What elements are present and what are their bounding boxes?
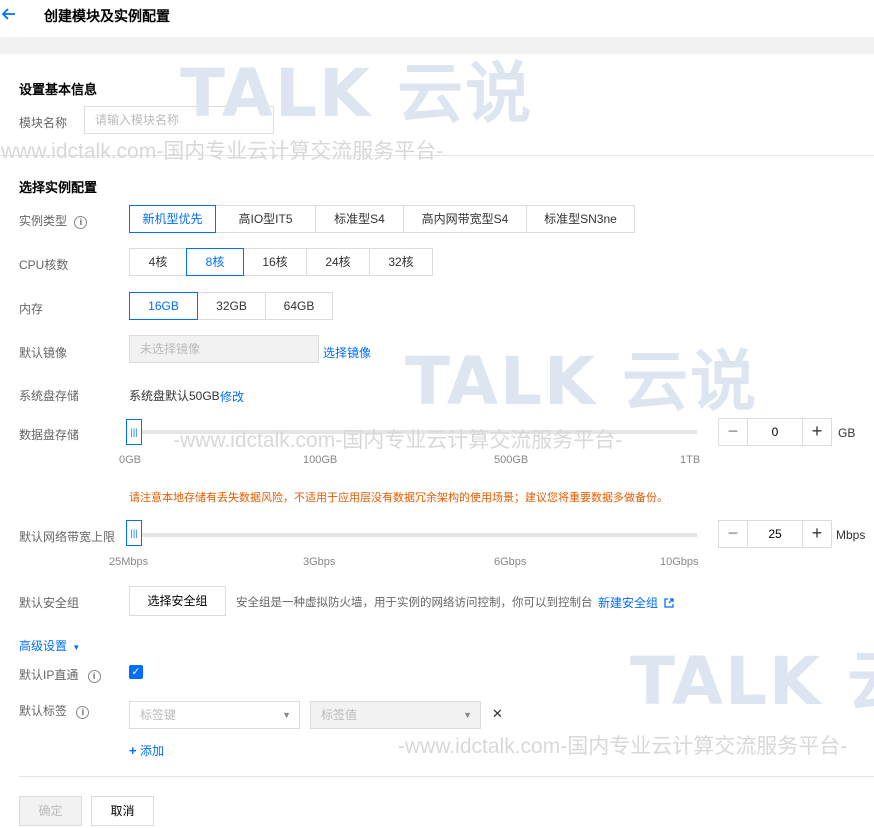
minus-button[interactable]: −: [718, 418, 748, 446]
tag-key-select[interactable]: 标签键 ▼: [129, 701, 300, 729]
cancel-button[interactable]: 取消: [91, 796, 154, 826]
instance-type-group: 新机型优先 高IO型IT5 标准型S4 高内网带宽型S4 标准型SN3ne: [129, 205, 635, 233]
instance-section-title: 选择实例配置: [19, 180, 98, 195]
select-secgroup-button[interactable]: 选择安全组: [129, 586, 226, 616]
instance-type-option[interactable]: 标准型SN3ne: [526, 205, 635, 233]
cpu-option[interactable]: 4核: [129, 248, 187, 276]
sysdisk-label: 系统盘存储: [19, 389, 80, 403]
datadisk-slider-track[interactable]: [129, 430, 697, 434]
datadisk-label: 数据盘存储: [19, 428, 80, 442]
advanced-settings-label: 高级设置: [19, 639, 68, 653]
cpu-option[interactable]: 32核: [369, 248, 433, 276]
add-tag-link[interactable]: + 添加: [129, 742, 164, 759]
confirm-button[interactable]: 确定: [19, 796, 82, 826]
remove-tag-close-icon[interactable]: ✕: [492, 706, 503, 722]
tag-key-placeholder: 标签键: [140, 708, 177, 722]
memory-option[interactable]: 64GB: [265, 292, 333, 320]
plus-button[interactable]: +: [802, 418, 832, 446]
cpu-option[interactable]: 8核: [186, 248, 244, 276]
image-field: 未选择镜像: [129, 335, 319, 363]
caret-down-icon: ▼: [72, 643, 81, 652]
datadisk-value[interactable]: 0: [748, 418, 802, 446]
instance-type-option[interactable]: 标准型S4: [315, 205, 404, 233]
datadisk-stepper: − 0 +: [718, 418, 832, 446]
watermark-text: -www.idctalk.com-国内专业云计算交流服务平台-: [398, 735, 848, 758]
secgroup-description: 安全组是一种虚拟防火墙，用于实例的网络访问控制，你可以到控制台: [236, 597, 593, 609]
memory-option[interactable]: 16GB: [129, 292, 198, 320]
instance-type-option[interactable]: 高内网带宽型S4: [403, 205, 527, 233]
bandwidth-stepper: − 25 +: [718, 520, 832, 548]
watermark-logo: TALK 云说: [405, 343, 759, 420]
basic-section-title: 设置基本信息: [19, 82, 98, 97]
sysdisk-value: 系统盘默认50GB: [129, 389, 220, 403]
memory-group: 16GB 32GB 64GB: [129, 292, 333, 320]
bandwidth-tick: 6Gbps: [494, 556, 527, 568]
chevron-down-icon: ▼: [282, 710, 291, 720]
bandwidth-slider-handle[interactable]: |||: [126, 520, 142, 546]
instance-type-label: 实例类型 i: [19, 212, 88, 229]
watermark-logo: TALK 云说: [630, 643, 874, 720]
info-icon[interactable]: i: [87, 670, 101, 683]
bandwidth-value[interactable]: 25: [748, 520, 802, 548]
plus-button[interactable]: +: [802, 520, 832, 548]
datadisk-tick: 100GB: [303, 454, 338, 466]
new-secgroup-link[interactable]: 新建安全组: [598, 594, 675, 611]
ip-direct-checkbox[interactable]: ✓: [129, 665, 143, 679]
bandwidth-tick: 10Gbps: [660, 556, 699, 568]
secgroup-label: 默认安全组: [19, 596, 80, 610]
watermark-text: -www.idctalk.com-国内专业云计算交流服务平台-: [173, 429, 623, 452]
bandwidth-label: 默认网络带宽上限: [19, 530, 116, 544]
bandwidth-slider-track[interactable]: [129, 533, 697, 537]
bandwidth-tick: 25Mbps: [109, 556, 149, 568]
datadisk-tick: 0GB: [119, 454, 142, 466]
info-icon[interactable]: i: [76, 706, 90, 719]
storage-warning: 请注意本地存储有丢失数据风险，不适用于应用层没有数据冗余架构的使用场景；建议您将…: [129, 492, 668, 504]
tag-value-placeholder: 标签值: [321, 708, 358, 722]
header-strip: [0, 37, 874, 54]
module-name-input[interactable]: [84, 106, 274, 134]
cpu-option[interactable]: 24核: [306, 248, 370, 276]
footer-divider: [19, 776, 874, 777]
memory-label: 内存: [19, 302, 44, 316]
select-image-link[interactable]: 选择镜像: [323, 344, 371, 361]
module-name-label: 模块名称: [19, 116, 68, 130]
cpu-label: CPU核数: [19, 258, 69, 272]
back-arrow-icon[interactable]: [0, 6, 22, 28]
datadisk-tick: 1TB: [680, 454, 701, 466]
bandwidth-unit: Mbps: [836, 528, 866, 542]
datadisk-slider-handle[interactable]: |||: [126, 419, 142, 445]
sysdisk-modify-link[interactable]: 修改: [220, 388, 244, 405]
ip-direct-label-text: 默认IP直通: [19, 668, 79, 682]
tags-label-text: 默认标签: [19, 704, 68, 718]
new-secgroup-link-text: 新建安全组: [598, 596, 659, 610]
tag-value-select: 标签值 ▼: [310, 701, 481, 729]
external-link-icon: [664, 597, 675, 611]
page-title: 创建模块及实例配置: [44, 8, 170, 24]
info-icon[interactable]: i: [74, 216, 88, 229]
cpu-option[interactable]: 16核: [243, 248, 307, 276]
datadisk-tick: 500GB: [494, 454, 529, 466]
instance-type-option[interactable]: 高IO型IT5: [215, 205, 316, 233]
plus-icon: +: [129, 743, 137, 758]
tags-label: 默认标签 i: [19, 702, 90, 719]
advanced-settings-toggle[interactable]: 高级设置 ▼: [19, 637, 80, 654]
ip-direct-label: 默认IP直通 i: [19, 666, 101, 683]
instance-type-option[interactable]: 新机型优先: [129, 205, 216, 233]
image-label: 默认镜像: [19, 346, 68, 360]
datadisk-unit: GB: [838, 426, 856, 440]
cpu-group: 4核 8核 16核 24核 32核: [129, 248, 433, 276]
chevron-down-icon: ▼: [463, 710, 472, 720]
watermark-text: -www.idctalk.com-国内专业云计算交流服务平台-: [0, 140, 444, 163]
section-divider: [0, 155, 874, 156]
add-tag-label: 添加: [139, 744, 164, 758]
bandwidth-tick: 3Gbps: [303, 556, 336, 568]
memory-option[interactable]: 32GB: [197, 292, 266, 320]
instance-type-label-text: 实例类型: [19, 214, 68, 228]
minus-button[interactable]: −: [718, 520, 748, 548]
